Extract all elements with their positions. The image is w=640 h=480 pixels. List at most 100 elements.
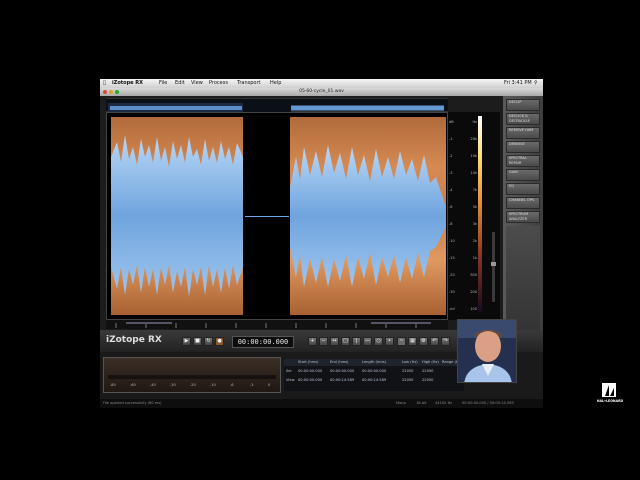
hal-leonard-mark [602,383,616,397]
db-label: -20 [449,273,455,277]
close-window-button[interactable] [103,90,107,94]
hz-label: 100 [470,307,477,311]
menu-edit[interactable]: Edit [175,79,185,88]
timecode-display: 00:00:00.000 [232,336,294,348]
module-denoise-button[interactable]: DENOISE [506,141,540,153]
play-button[interactable]: ▶ [182,337,191,346]
module-eq-button[interactable]: EQ [506,183,540,195]
record-button[interactable]: ● [215,337,224,346]
overview-waveform[interactable] [106,98,448,113]
stop-button[interactable]: ■ [193,337,202,346]
hz-label: 15k [470,154,477,158]
hz-label: 20k [470,137,477,141]
view-spectrogram-icon[interactable]: ▦ [408,337,417,346]
spectrogram-left-segment [111,117,243,315]
menu-help[interactable]: Help [270,79,281,88]
view-waveform-icon[interactable]: ~ [397,337,406,346]
window-title: 05-60-cycle_01.wav [299,89,344,94]
module-spectrum-analyzer-button[interactable]: SPECTRUM ANALYZER [506,211,540,223]
module-channel-ops-button[interactable]: CHANNEL OPS [506,197,540,209]
db-label: -30 [449,290,455,294]
hal-leonard-logo: HAL•LEONARD [596,381,624,407]
col-length: Length (hms) [362,360,386,364]
silent-gap-region [245,117,289,315]
cell-end[interactable]: 00:00:00.000 [330,369,354,373]
zoom-selection-icon[interactable]: □ [341,337,350,346]
meter-tick: -6 [230,383,234,387]
undo-icon[interactable]: ↶ [430,337,439,346]
menu-file[interactable]: File [159,79,167,88]
cell-start[interactable]: 00:00:00.000 [298,369,322,373]
presenter-image [458,320,516,382]
db-label: -1 [449,137,453,141]
table-row: View 00:00:00.000 00:00:14.589 00:00:14.… [284,378,464,386]
apple-icon[interactable]:  [103,79,106,88]
menu-transport[interactable]: Transport [237,79,260,88]
cell-high[interactable]: 22050 [422,378,433,382]
hz-label: Hz [472,120,477,124]
row-label: View [286,378,295,382]
module-panel: DECLIP DECLICK & DECRACKLE REMOVE HUM DE… [503,96,543,336]
menu-process[interactable]: Process [209,79,228,88]
table-row: Sel 00:00:00.000 00:00:00.000 00:00:00.0… [284,369,464,377]
module-remove-hum-button[interactable]: REMOVE HUM [506,127,540,139]
module-spectral-repair-button[interactable]: SPECTRAL REPAIR [506,155,540,167]
menubar-clock: Fri 3:41 PM [504,80,532,86]
waveform-left-graphic [111,135,243,297]
zoom-window-button[interactable] [115,90,119,94]
cell-high[interactable]: 22050 [422,369,433,373]
col-high: High (Hz) [422,360,439,364]
hz-label: 5k [472,205,477,209]
ruler-ticks [115,322,431,328]
meter-tick: -30 [170,383,176,387]
hz-label: 10k [470,171,477,175]
level-meter: -80 -60 -40 -30 -20 -10 -6 -3 0 [103,357,281,393]
waveform-right-graphic [290,145,446,287]
module-declip-button[interactable]: DECLIP [506,99,540,111]
meter-tick: -10 [210,383,216,387]
db-label: -15 [449,256,455,260]
cell-length[interactable]: 00:00:00.000 [362,369,386,373]
spectrogram-waveform-display[interactable] [106,112,448,320]
meter-tick: -60 [130,383,136,387]
db-label: -inf [449,307,455,311]
cell-low[interactable]: 22050 [402,369,413,373]
redo-icon[interactable]: ↷ [441,337,450,346]
loop-button[interactable]: ↻ [204,337,213,346]
db-label: -2 [449,154,453,158]
menu-app-name[interactable]: iZotope RX [112,79,143,88]
freq-select-tool-icon[interactable]: — [363,337,372,346]
zoom-in-icon[interactable]: + [308,337,317,346]
db-label: -8 [449,222,453,226]
mac-menubar:  iZotope RX File Edit View Process Tran… [100,79,543,88]
brush-tool-icon[interactable]: • [385,337,394,346]
col-start: Start (hms) [298,360,319,364]
selection-info-table: Start (hms) End (hms) Length (hms) Low (… [284,359,464,391]
module-gain-button[interactable]: GAIN [506,169,540,181]
cell-length[interactable]: 00:00:14.589 [362,378,386,382]
hz-label: 3k [472,222,477,226]
time-ruler[interactable] [106,320,448,329]
spotlight-icon[interactable]: ⚲ [534,79,538,88]
lasso-tool-icon[interactable]: ○ [374,337,383,346]
minimize-window-button[interactable] [109,90,113,94]
menu-view[interactable]: View [191,79,203,88]
settings-icon[interactable]: ⚙ [419,337,428,346]
cell-start[interactable]: 00:00:00.000 [298,378,322,382]
zoom-fit-icon[interactable]: ↔ [330,337,339,346]
col-low: Low (Hz) [402,360,418,364]
db-label: -3 [449,171,453,175]
module-declick-button[interactable]: DECLICK & DECRACKLE [506,113,540,125]
cell-low[interactable]: 22050 [402,378,413,382]
status-message: File opened successfully (60 ms) [103,401,162,405]
hz-label: 500 [470,273,477,277]
time-select-tool-icon[interactable]: | [352,337,361,346]
hz-label: 1k [472,256,477,260]
db-label: -10 [449,239,455,243]
cell-end[interactable]: 00:00:14.589 [330,378,354,382]
zoom-out-icon[interactable]: − [319,337,328,346]
module-panel-empty-area [506,226,540,332]
meter-tick: -3 [250,383,254,387]
status-channels: Mono [396,401,406,405]
status-bitdepth: 16-bit [416,401,427,405]
